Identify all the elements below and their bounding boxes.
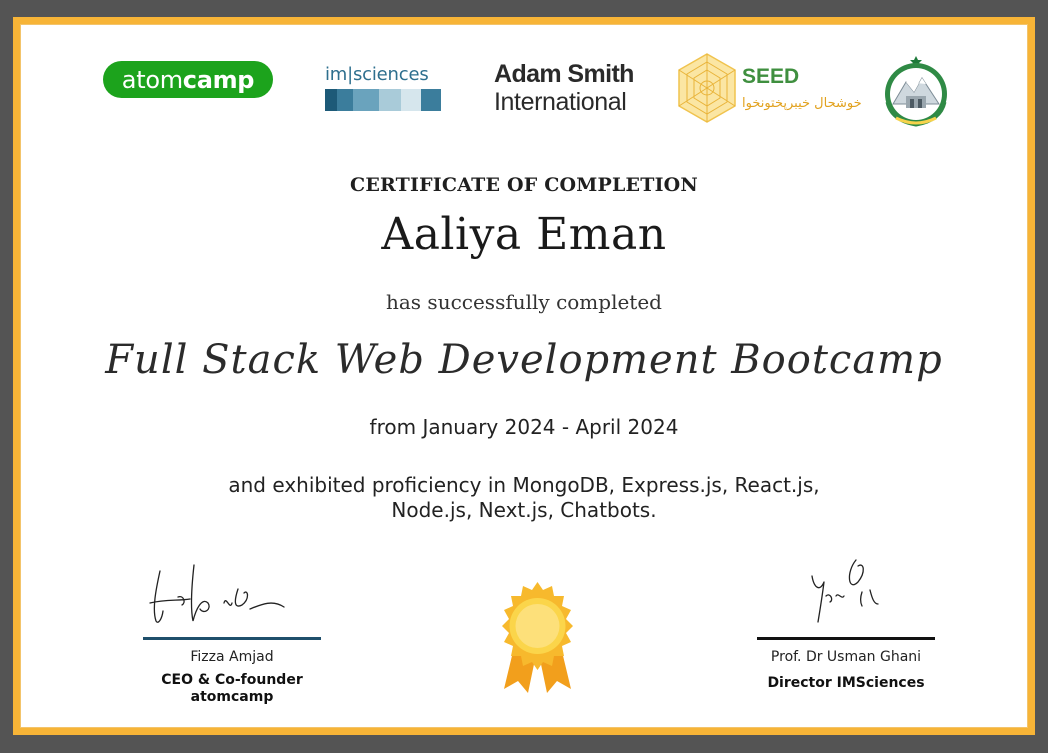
adam-smith-logo: Adam Smith International [494,60,654,116]
course-title: Full Stack Web Development Bootcamp [105,337,943,383]
adam-smith-line2: International [494,88,627,116]
signature-right-scribble [811,559,879,623]
signatory-left-title-line2: atomcamp [190,689,274,705]
adam-smith-line1: Adam Smith [494,60,634,88]
skills-text: and exhibited proficiency in MongoDB, Ex… [20,473,1028,523]
seed-logo-word: SEED [742,65,800,88]
kp-emblem-icon [885,56,947,127]
signatory-right-name: Prof. Dr Usman Ghani [770,649,922,665]
signature-right-line [757,637,935,640]
award-badge [490,579,585,699]
certificate: atom camp im|sciences Adam Smith Internat… [13,17,1035,735]
signature-left-line [143,637,321,640]
skills-line-1: and exhibited proficiency in MongoDB, Ex… [228,473,820,497]
imsciences-logo: im|sciences [325,64,441,112]
completion-text: has successfully completed [386,290,662,314]
seed-pattern-icon [678,53,736,123]
signature-right-image [800,552,910,632]
seed-logo: SEED خوشحال خیبرپختونخوا [675,52,862,124]
atomcamp-logo: atom camp [103,61,273,98]
signatory-right-title: Director IMSciences [747,675,945,692]
imsciences-logo-text: im|sciences [325,64,429,85]
imsciences-logo-bar [325,89,441,111]
certificate-heading: CERTIFICATE OF COMPLETION [350,174,698,196]
skills-line-2: Node.js, Next.js, Chatbots. [391,498,657,522]
signature-left-image [138,559,298,631]
course-dates: from January 2024 - April 2024 [369,415,679,439]
signatory-left-title-line1: CEO & Co-founder [161,672,303,688]
atomcamp-logo-bold: camp [182,65,255,94]
recipient-name: Aaliya Eman [381,209,667,260]
signatory-left-name: Fizza Amjad [190,649,274,665]
seed-logo-urdu: خوشحال خیبرپختونخوا [742,96,862,111]
signatory-right-title-line1: Director IMSciences [767,675,925,691]
atomcamp-logo-light: atom [121,65,183,94]
signatory-left-title: CEO & Co-founder atomcamp [133,672,331,706]
kp-government-emblem [878,52,954,130]
signature-left-scribble [149,564,285,623]
award-seal-icon [502,582,573,693]
